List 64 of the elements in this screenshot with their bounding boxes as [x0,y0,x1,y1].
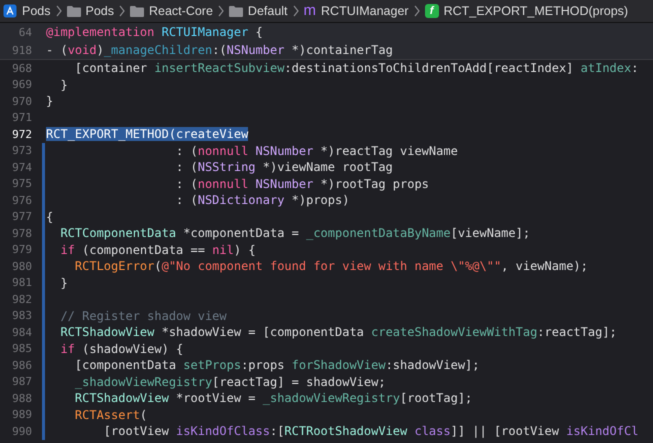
line-number: 989 [11,408,32,422]
folder-icon [228,5,243,17]
code-line: : (nonnull NSNumber *)reactTag viewName [175,144,458,158]
code-line: } [59,276,68,290]
code-line: @implementation RCTUIManager { [46,25,263,39]
breadcrumb-item[interactable]: m RCTUIManager [304,4,409,18]
line-number: 984 [11,326,32,339]
line-number: 971 [11,111,32,124]
code-line: [container insertReactSubview:destinationsToChildrenToAdd[reactIndex] atIndex: [74,61,638,76]
line-number: 983 [11,309,32,322]
project-icon [3,4,17,18]
line-number: 979 [11,243,32,256]
code-line: : (NSString *)viewName rootTag [175,160,393,174]
line-number: 981 [11,276,32,290]
code-line: _shadowViewRegistry[reactTag] = shadowView; [74,374,386,389]
code-line: RCTShadowView *shadowView = [componentData createShadowViewWithTag:reactTag]; [59,325,617,340]
line-number: 918 [11,44,32,56]
code-line: if (componentData == nil) { [59,242,256,257]
line-number: 975 [11,177,32,190]
line-number: 990 [11,424,32,438]
line-number: 969 [11,78,32,92]
folder-icon [66,5,80,17]
chevron-icon [292,5,299,17]
code-line: [componentData setProps:props forShadowView:shadowView]; [74,358,480,372]
code-line: [rootView isKindOfClass:[RCTRootShadowView class]] || [rootView isKindOfCl [102,424,638,438]
line-number: 973 [11,144,32,158]
method-glyph: m [304,5,316,17]
code-line: : (nonnull NSNumber *)rootTag props [175,176,429,191]
code-line: } [59,78,68,92]
line-number: 970 [11,94,32,108]
line-number: 968 [11,62,32,75]
code-line: RCTComponentData *componentData = _componentDataByName[viewName]; [59,226,530,240]
line-number: 974 [11,160,32,174]
line-number: 977 [11,210,32,224]
line-number: 985 [11,342,32,356]
code-line: { [46,210,54,224]
breadcrumb-item[interactable]: Pods [66,4,114,18]
line-number: 64 [18,26,32,38]
breadcrumb-item[interactable]: Default [228,4,288,18]
code-line: RCTShadowView *rootView = _shadowViewRegistry[rootTag]; [74,391,472,406]
line-number: 988 [11,392,32,405]
line-number: 982 [11,292,32,306]
folder-icon [130,5,144,17]
breadcrumb-item[interactable]: Pods [3,4,50,18]
code-line: RCTLogError(@"No component found for view with name \"%@\"", viewName); [74,259,588,274]
code-line: // Register shadow view [59,308,227,323]
chevron-icon [218,5,224,17]
chevron-icon [56,5,62,17]
breadcrumb-item[interactable]: f RCT_EXPORT_METHOD(props) [424,4,628,18]
line-number: 980 [11,260,32,273]
line-number: 978 [11,226,32,240]
code-line: } [46,94,54,108]
breadcrumb-item[interactable]: React-Core [130,4,213,18]
code-line: RCTAssert( [74,408,148,422]
line-number: 986 [11,358,32,372]
code-line: - (void)_manageChildren:(NSNumber *)containerTag [46,43,393,57]
code-line: if (shadowView) { [59,342,184,356]
chevron-icon [119,5,125,17]
code-line: : (NSDictionary *)props) [175,193,350,208]
chevron-icon [414,5,420,17]
line-number: 987 [11,375,32,388]
line-number: 976 [11,194,32,207]
function-glyph: f [424,4,439,18]
line-number: 972 [11,128,32,141]
